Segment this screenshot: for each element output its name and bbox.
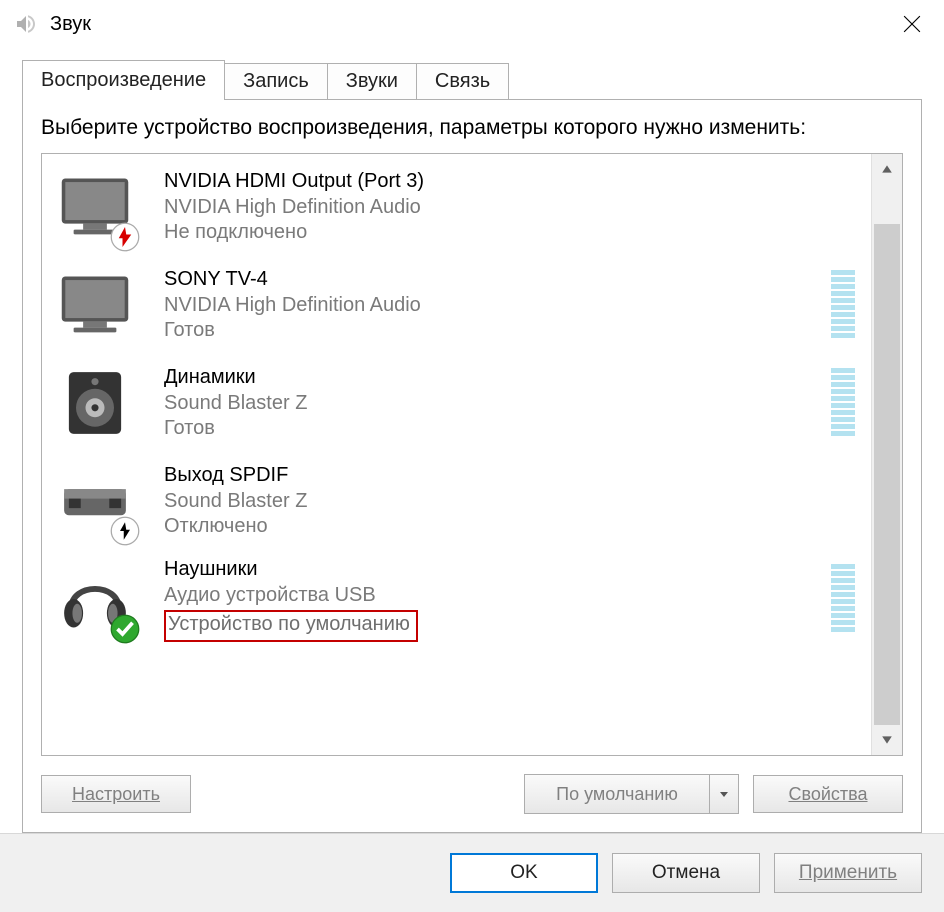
window-title: Звук (50, 13, 888, 36)
device-name: Выход SPDIF (164, 463, 861, 489)
device-status: Готов (164, 416, 831, 442)
speaker-icon (52, 360, 138, 446)
device-subtitle: Sound Blaster Z (164, 391, 831, 417)
chevron-down-icon (719, 789, 729, 799)
close-button[interactable] (888, 0, 936, 48)
sound-dialog: Звук Воспроизведение Запись Звуки Связь … (0, 0, 944, 912)
monitor-icon (52, 164, 138, 250)
device-list-frame: NVIDIA HDMI Output (Port 3) NVIDIA High … (41, 153, 903, 756)
device-subtitle: NVIDIA High Definition Audio (164, 293, 831, 319)
monitor-icon (52, 262, 138, 348)
default-check-badge-icon (110, 614, 140, 644)
device-status: Отключено (164, 514, 861, 540)
level-meter (831, 368, 855, 438)
device-name: Наушники (164, 557, 831, 583)
device-subtitle: NVIDIA High Definition Audio (164, 195, 861, 221)
device-status: Готов (164, 318, 831, 344)
panel-buttons: Настроить По умолчанию Свойства (41, 774, 903, 814)
device-subtitle: Sound Blaster Z (164, 489, 861, 515)
configure-button: Настроить (41, 775, 191, 813)
level-meter (831, 564, 855, 634)
tab-playback[interactable]: Воспроизведение (22, 60, 225, 100)
dialog-footer: OK Отмена Применить (0, 833, 944, 912)
set-default-dropdown-arrow (709, 775, 738, 813)
playback-panel: Выберите устройство воспроизведения, пар… (22, 99, 922, 833)
unplugged-badge-icon (110, 222, 140, 252)
instruction-text: Выберите устройство воспроизведения, пар… (41, 114, 903, 141)
cancel-button[interactable]: Отмена (612, 853, 760, 893)
chevron-down-icon (881, 734, 893, 746)
scroll-thumb[interactable] (874, 224, 900, 725)
close-icon (903, 15, 921, 33)
scrollbar[interactable] (871, 154, 902, 755)
device-item-speakers[interactable]: Динамики Sound Blaster Z Готов (42, 354, 871, 452)
device-item-spdif[interactable]: Выход SPDIF Sound Blaster Z Отключено (42, 452, 871, 550)
device-item-headphones[interactable]: Наушники Аудио устройства USB Устройство… (42, 550, 871, 648)
tab-sounds[interactable]: Звуки (327, 63, 417, 99)
device-list[interactable]: NVIDIA HDMI Output (Port 3) NVIDIA High … (42, 154, 871, 755)
level-meter (831, 270, 855, 340)
sound-icon (14, 12, 38, 36)
device-name: NVIDIA HDMI Output (Port 3) (164, 169, 861, 195)
device-status-highlighted: Устройство по умолчанию (164, 610, 418, 642)
device-status: Не подключено (164, 220, 861, 246)
device-subtitle: Аудио устройства USB (164, 583, 831, 609)
tab-communications[interactable]: Связь (416, 63, 509, 99)
set-default-button: По умолчанию (525, 775, 709, 813)
disabled-badge-icon (110, 516, 140, 546)
tab-strip: Воспроизведение Запись Звуки Связь (22, 60, 922, 99)
titlebar: Звук (0, 0, 944, 48)
device-item-sony-tv[interactable]: SONY TV-4 NVIDIA High Definition Audio Г… (42, 256, 871, 354)
ok-button[interactable]: OK (450, 853, 598, 893)
apply-button: Применить (774, 853, 922, 893)
scroll-down-button[interactable] (872, 725, 902, 755)
headphones-icon (52, 556, 138, 642)
scroll-up-button[interactable] (872, 154, 902, 184)
set-default-split-button: По умолчанию (524, 774, 739, 814)
device-name: Динамики (164, 365, 831, 391)
tab-recording[interactable]: Запись (224, 63, 328, 99)
properties-button: Свойства (753, 775, 903, 813)
device-name: SONY TV-4 (164, 267, 831, 293)
chevron-up-icon (881, 163, 893, 175)
scroll-track[interactable] (872, 184, 902, 725)
device-item-nvidia-hdmi[interactable]: NVIDIA HDMI Output (Port 3) NVIDIA High … (42, 158, 871, 256)
spdif-icon (52, 458, 138, 544)
